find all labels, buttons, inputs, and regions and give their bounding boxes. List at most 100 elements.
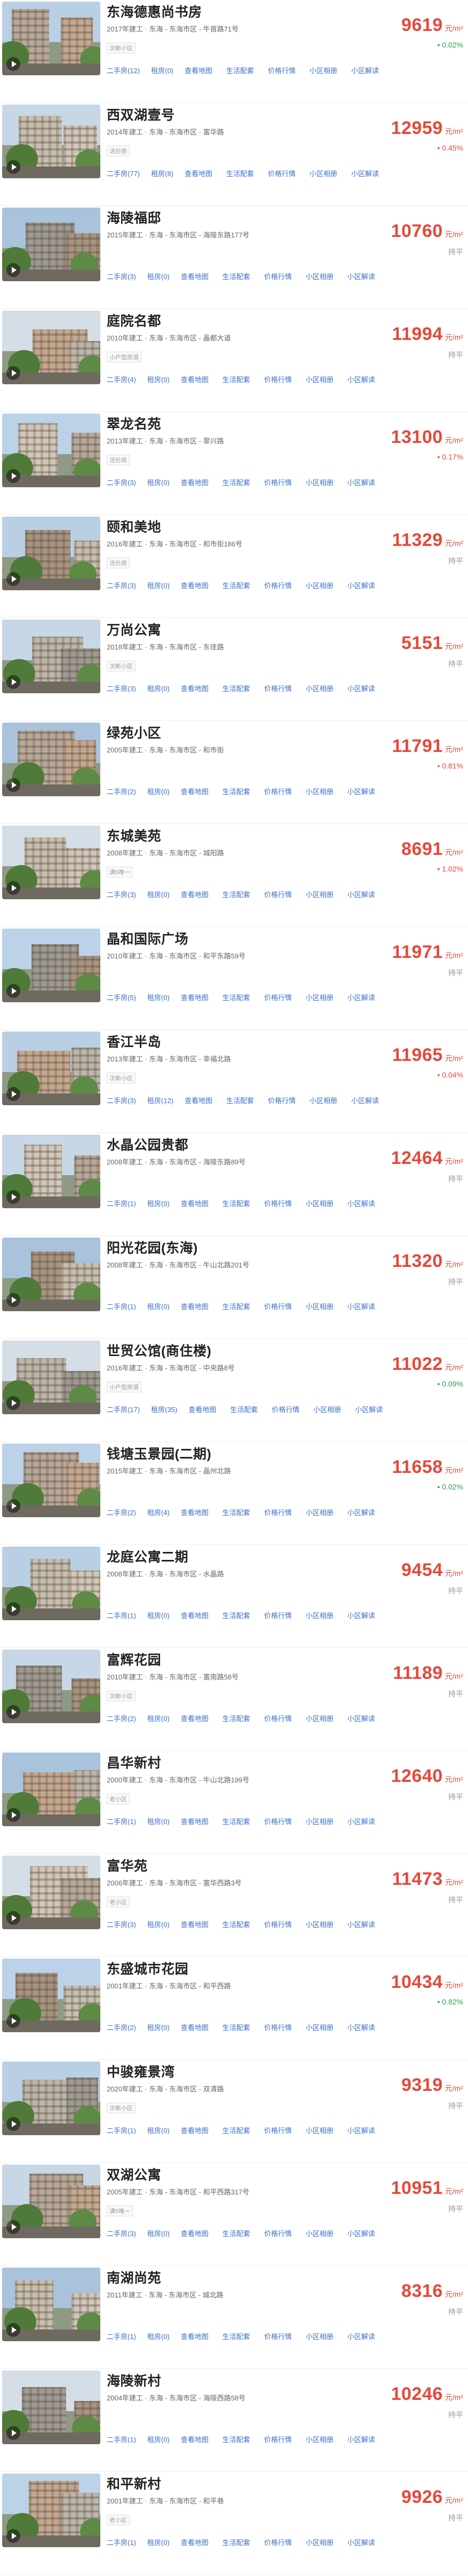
map-link[interactable]: 查看地图 xyxy=(181,994,209,1002)
video-play-icon[interactable] xyxy=(6,1808,20,1822)
rent-link[interactable]: 租房(0) xyxy=(147,1612,170,1620)
analysis-link[interactable]: 小区解读 xyxy=(351,1097,379,1105)
map-link[interactable]: 查看地图 xyxy=(181,891,209,899)
secondhand-link[interactable]: 二手房(3) xyxy=(107,273,136,281)
community-item[interactable]: 香江半岛 2013年建工 · 东海 - 东海市区 - 幸福北路 次新小区 二手房… xyxy=(0,1030,468,1133)
rent-link[interactable]: 租房(0) xyxy=(147,376,170,384)
map-link[interactable]: 查看地图 xyxy=(181,2230,209,2238)
map-link[interactable]: 查看地图 xyxy=(181,1303,209,1311)
analysis-link[interactable]: 小区解读 xyxy=(347,1303,375,1311)
rent-link[interactable]: 租房(35) xyxy=(151,1406,177,1414)
community-photo[interactable] xyxy=(2,208,100,281)
price-trend-link[interactable]: 价格行情 xyxy=(264,1200,292,1208)
amenities-link[interactable]: 生活配套 xyxy=(223,1921,250,1929)
community-name[interactable]: 海陵福邸 xyxy=(107,208,161,227)
rent-link[interactable]: 租房(0) xyxy=(147,788,170,796)
album-link[interactable]: 小区相册 xyxy=(306,1818,334,1826)
video-play-icon[interactable] xyxy=(6,2426,20,2440)
secondhand-link[interactable]: 二手房(3) xyxy=(107,891,136,899)
analysis-link[interactable]: 小区解读 xyxy=(347,2127,375,2135)
community-item[interactable]: 海陵新村 2004年建工 · 东海 - 东海市区 - 海陵西路58号 二手房(1… xyxy=(0,2369,468,2472)
community-item[interactable]: 东盛城市花园 2001年建工 · 东海 - 东海市区 - 和平西路 二手房(2)… xyxy=(0,1957,468,2060)
amenities-link[interactable]: 生活配套 xyxy=(223,2230,250,2238)
analysis-link[interactable]: 小区解读 xyxy=(347,376,375,384)
community-photo[interactable] xyxy=(2,105,100,178)
community-name[interactable]: 海陵新村 xyxy=(107,2371,161,2390)
community-photo[interactable] xyxy=(2,414,100,487)
amenities-link[interactable]: 生活配套 xyxy=(226,1097,254,1105)
rent-link[interactable]: 租房(0) xyxy=(147,582,170,590)
rent-link[interactable]: 租房(0) xyxy=(147,1921,170,1929)
amenities-link[interactable]: 生活配套 xyxy=(226,67,254,75)
community-name[interactable]: 富华苑 xyxy=(107,1856,148,1875)
secondhand-link[interactable]: 二手房(3) xyxy=(107,1921,136,1929)
community-photo[interactable] xyxy=(2,2268,100,2341)
amenities-link[interactable]: 生活配套 xyxy=(223,1509,250,1517)
community-photo[interactable] xyxy=(2,1444,100,1517)
community-name[interactable]: 龙庭公寓二期 xyxy=(107,1547,188,1566)
community-item[interactable]: 西双湖壹号 2014年建工 · 东海 - 东海市区 - 富华路 活价房 二手房(… xyxy=(0,103,468,206)
analysis-link[interactable]: 小区解读 xyxy=(347,685,375,693)
video-play-icon[interactable] xyxy=(6,2220,20,2234)
amenities-link[interactable]: 生活配套 xyxy=(223,891,250,899)
map-link[interactable]: 查看地图 xyxy=(181,2436,209,2444)
analysis-link[interactable]: 小区解读 xyxy=(347,1921,375,1929)
album-link[interactable]: 小区相册 xyxy=(310,1097,337,1105)
analysis-link[interactable]: 小区解读 xyxy=(347,2333,375,2341)
secondhand-link[interactable]: 二手房(2) xyxy=(107,788,136,796)
community-item[interactable]: 中骏雍景湾 2020年建工 · 东海 - 东海市区 - 双清路 次新小区 二手房… xyxy=(0,2060,468,2163)
community-name[interactable]: 和平新村 xyxy=(107,2474,161,2493)
video-play-icon[interactable] xyxy=(6,778,20,792)
price-trend-link[interactable]: 价格行情 xyxy=(264,2539,292,2547)
video-play-icon[interactable] xyxy=(6,675,20,689)
community-photo[interactable] xyxy=(2,2,100,75)
community-item[interactable]: 颐和美地 2016年建工 · 东海 - 东海市区 - 和市街186号 活价房 二… xyxy=(0,515,468,618)
community-name[interactable]: 东城美苑 xyxy=(107,826,161,845)
amenities-link[interactable]: 生活配套 xyxy=(226,170,254,178)
community-name[interactable]: 东海德惠尚书房 xyxy=(107,2,202,21)
video-play-icon[interactable] xyxy=(6,1705,20,1719)
analysis-link[interactable]: 小区解读 xyxy=(347,2230,375,2238)
community-name[interactable]: 双湖公寓 xyxy=(107,2165,161,2184)
price-trend-link[interactable]: 价格行情 xyxy=(264,376,292,384)
album-link[interactable]: 小区相册 xyxy=(306,788,334,796)
video-play-icon[interactable] xyxy=(6,1190,20,1204)
community-photo[interactable] xyxy=(2,929,100,1002)
community-item[interactable]: 昌华新村 2000年建工 · 东海 - 东海市区 - 牛山北路199号 老小区 … xyxy=(0,1751,468,1854)
amenities-link[interactable]: 生活配套 xyxy=(223,994,250,1002)
price-trend-link[interactable]: 价格行情 xyxy=(264,685,292,693)
secondhand-link[interactable]: 二手房(3) xyxy=(107,479,136,487)
community-photo[interactable] xyxy=(2,620,100,693)
community-item[interactable]: 阳光花园(东海) 2008年建工 · 东海 - 东海市区 - 牛山北路201号 … xyxy=(0,1236,468,1339)
community-item[interactable]: 龙庭公寓二期 2008年建工 · 东海 - 东海市区 - 水晶路 二手房(1) 租… xyxy=(0,1545,468,1648)
price-trend-link[interactable]: 价格行情 xyxy=(264,1921,292,1929)
album-link[interactable]: 小区相册 xyxy=(306,376,334,384)
rent-link[interactable]: 租房(0) xyxy=(147,273,170,281)
amenities-link[interactable]: 生活配套 xyxy=(223,1715,250,1723)
rent-link[interactable]: 租房(8) xyxy=(151,170,173,178)
community-item[interactable]: 富辉花园 2010年建工 · 东海 - 东海市区 - 富南路58号 次新小区 二… xyxy=(0,1648,468,1751)
community-name[interactable]: 钱塘玉景园(二期) xyxy=(107,1444,211,1463)
analysis-link[interactable]: 小区解读 xyxy=(347,1509,375,1517)
price-trend-link[interactable]: 价格行情 xyxy=(264,479,292,487)
community-photo[interactable] xyxy=(2,723,100,796)
analysis-link[interactable]: 小区解读 xyxy=(347,2539,375,2547)
amenities-link[interactable]: 生活配套 xyxy=(223,1612,250,1620)
community-item[interactable]: 双湖公寓 2005年建工 · 东海 - 东海市区 - 和平西路317号 满5唯一… xyxy=(0,2163,468,2266)
community-photo[interactable] xyxy=(2,1135,100,1208)
map-link[interactable]: 查看地图 xyxy=(181,1921,209,1929)
community-photo[interactable] xyxy=(2,1650,100,1723)
album-link[interactable]: 小区相册 xyxy=(306,1715,334,1723)
secondhand-link[interactable]: 二手房(2) xyxy=(107,1715,136,1723)
community-item[interactable]: 水晶公园贵都 2008年建工 · 东海 - 东海市区 - 海陵东路89号 二手房… xyxy=(0,1133,468,1236)
rent-link[interactable]: 租房(0) xyxy=(147,2539,170,2547)
album-link[interactable]: 小区相册 xyxy=(306,2333,334,2341)
album-link[interactable]: 小区相册 xyxy=(306,685,334,693)
video-play-icon[interactable] xyxy=(6,469,20,483)
amenities-link[interactable]: 生活配套 xyxy=(223,273,250,281)
community-item[interactable]: 万尚公寓 2018年建工 · 东海 - 东海市区 - 东佳路 次新小区 二手房(… xyxy=(0,618,468,721)
amenities-link[interactable]: 生活配套 xyxy=(223,376,250,384)
community-item[interactable]: 世贸公馆(商住楼) 2016年建工 · 东海 - 东海市区 - 中央路8号 小户… xyxy=(0,1339,468,1442)
map-link[interactable]: 查看地图 xyxy=(181,1509,209,1517)
price-trend-link[interactable]: 价格行情 xyxy=(264,891,292,899)
